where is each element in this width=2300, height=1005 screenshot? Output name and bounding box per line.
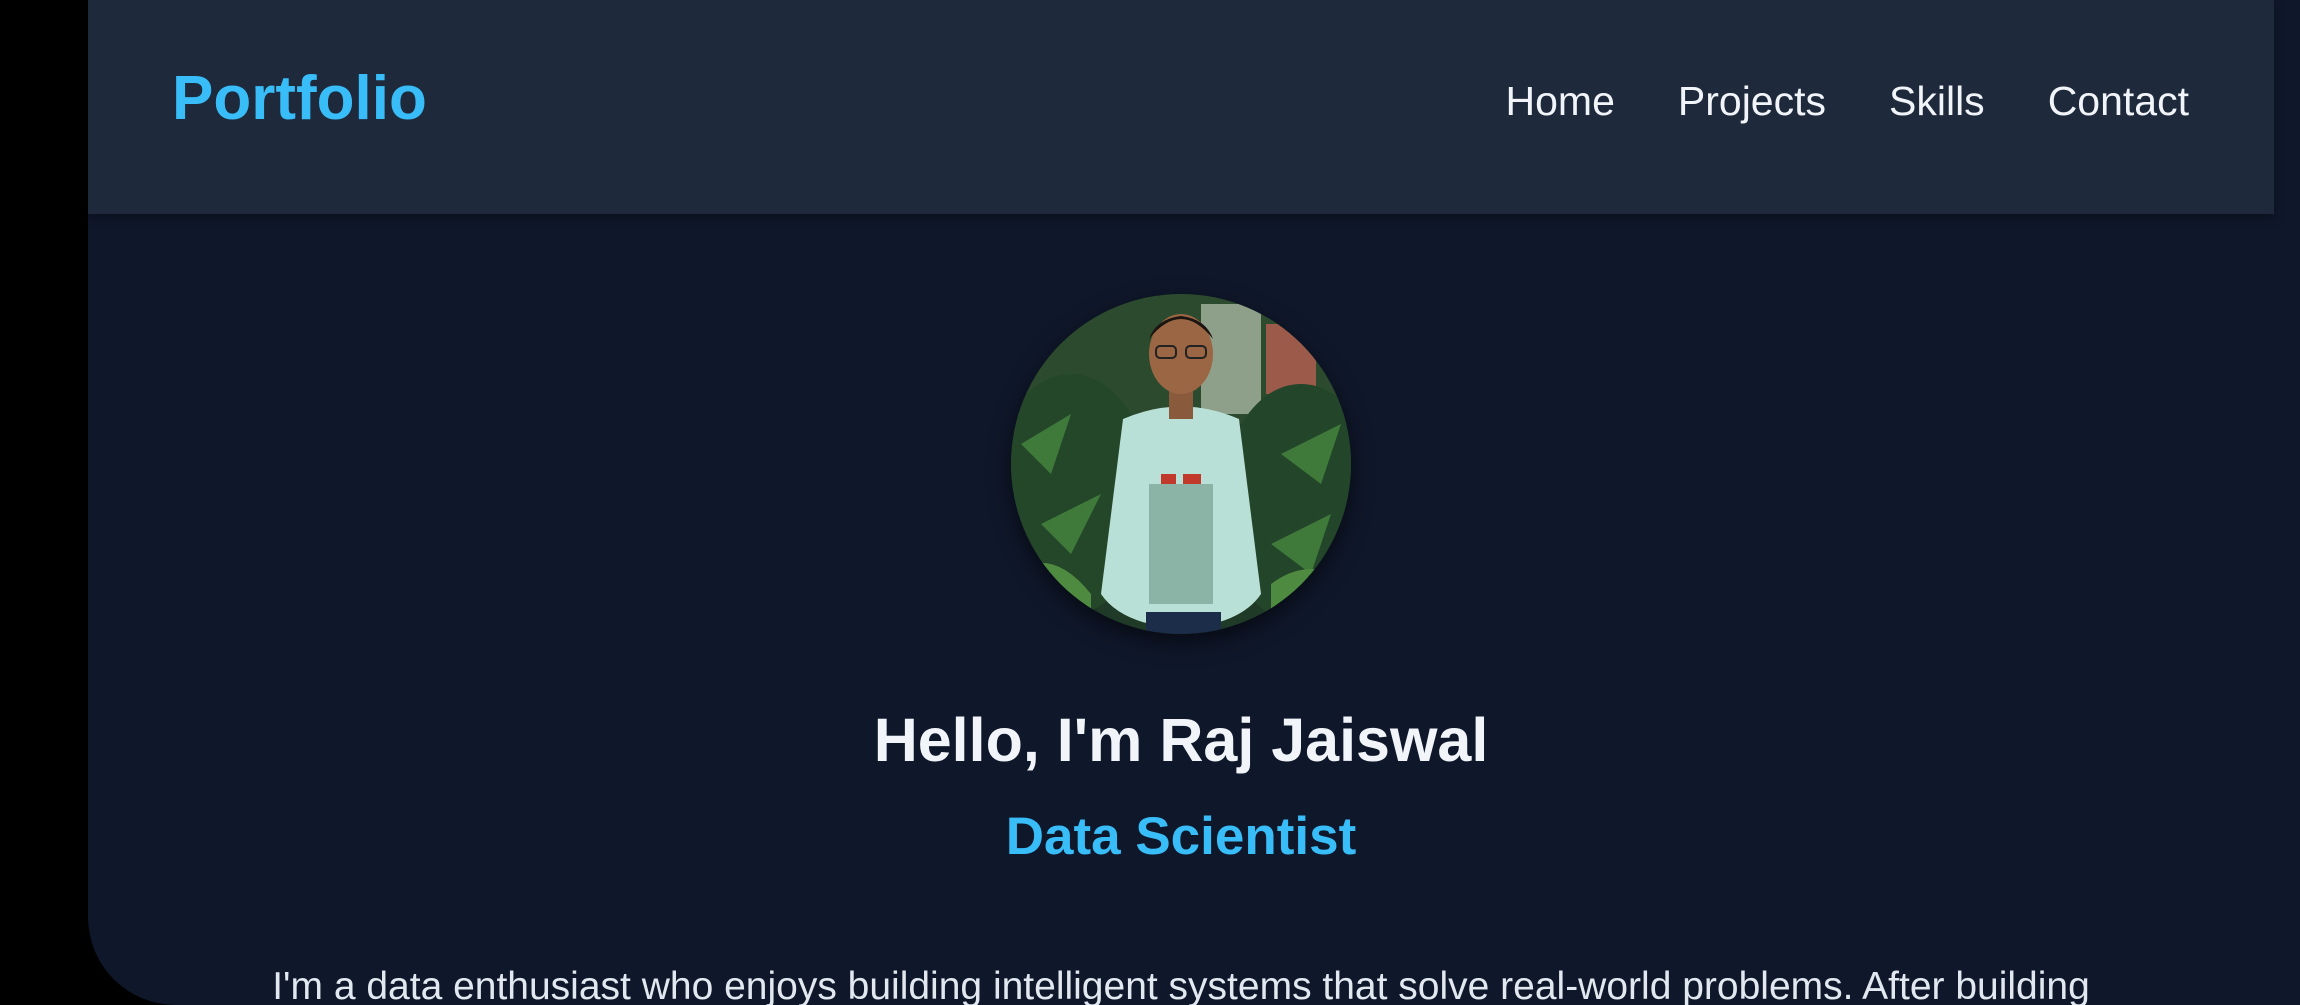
hero-greeting: Hello, I'm Raj Jaiswal: [873, 706, 1489, 774]
profile-avatar: [1011, 294, 1351, 634]
app-screen: Portfolio Home Projects Skills Contact H…: [88, 0, 2300, 1005]
hero-bio: I'm a data enthusiast who enjoys buildin…: [272, 965, 2090, 1005]
logo-portfolio[interactable]: Portfolio: [172, 58, 427, 140]
navbar: Portfolio Home Projects Skills Contact: [88, 0, 2274, 214]
nav-link-skills[interactable]: Skills: [1889, 70, 1985, 132]
nav-link-home[interactable]: Home: [1506, 70, 1615, 132]
hero-section: Hello, I'm Raj Jaiswal Data Scientist I'…: [88, 214, 2274, 1005]
profile-photo-icon: [1011, 294, 1351, 634]
nav-link-projects[interactable]: Projects: [1678, 70, 1826, 132]
nav-links: Home Projects Skills Contact: [1506, 70, 2189, 132]
nav-link-contact[interactable]: Contact: [2048, 70, 2189, 132]
hero-role: Data Scientist: [1005, 807, 1357, 866]
